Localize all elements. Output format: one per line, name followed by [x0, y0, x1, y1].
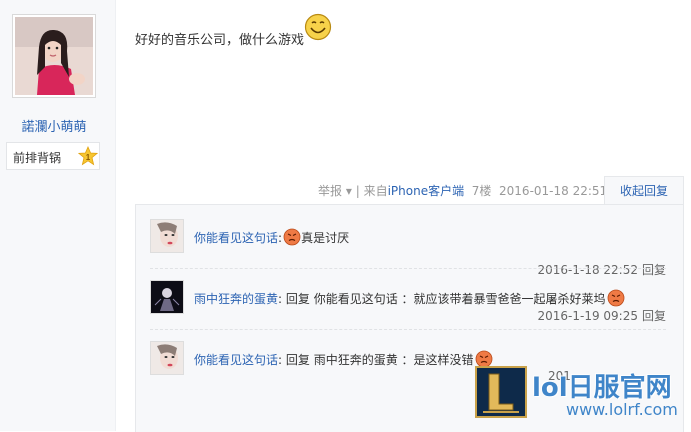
reply-divider [150, 268, 666, 269]
avatar-image [15, 17, 93, 95]
angry-emoji-icon [283, 228, 301, 246]
author-avatar[interactable] [12, 14, 96, 98]
reply-footer: 2016-1-19 09:25 回复 [537, 307, 666, 324]
author-name[interactable]: 諾瀾小萌萌 [0, 116, 108, 135]
reply-button[interactable]: 回复 [642, 309, 666, 323]
source-label: 来自 [363, 184, 388, 198]
reply-divider [150, 329, 666, 330]
watermark-title: lol日服官网 [532, 373, 672, 403]
reply-avatar[interactable] [150, 219, 184, 253]
reply-colon: : [278, 353, 283, 367]
floor-number: 7楼 [471, 184, 492, 198]
rank-star-icon: 1 [78, 146, 98, 166]
reply-avatar[interactable] [150, 280, 184, 314]
reply-date: 2016-1-19 09:25 [537, 309, 638, 323]
angry-emoji-icon [607, 289, 624, 307]
reply-text: 回复 雨中狂奔的蛋黄 ：是这样没错 [285, 353, 474, 367]
reply-text: 真是讨厌 [301, 231, 350, 245]
reply-text: 回复 你能看见这句话 ：就应该带着暴雪爸爸一起屠杀好莱坞 [285, 292, 606, 306]
avatar-image [151, 342, 183, 374]
reply-colon: : [278, 292, 283, 306]
post-meta: 举报 ▾ | 来自iPhone客户端 7楼 2016-01-18 22:51 [318, 182, 607, 199]
report-link[interactable]: 举报 [318, 184, 342, 198]
reply-colon: : [278, 231, 283, 245]
rank-level: 1 [86, 153, 91, 162]
league-logo-icon [475, 366, 527, 418]
avatar-image [151, 220, 183, 252]
reply-content: 你能看见这句话: 回复 雨中狂奔的蛋黄 ：是这样没错 [194, 350, 493, 368]
collapse-reply-button[interactable]: 收起回复 [604, 176, 684, 205]
reply-username[interactable]: 雨中狂奔的蛋黄 [194, 292, 278, 306]
reply-username[interactable]: 你能看见这句话 [194, 353, 278, 367]
reply-content: 你能看见这句话: 真是讨厌 [194, 228, 349, 246]
post-content: 好好的音乐公司，做什么游戏 [135, 33, 305, 48]
author-column: 諾瀾小萌萌 前排背锅 1 [0, 0, 116, 431]
reply-content: 雨中狂奔的蛋黄: 回复 你能看见这句话 ：就应该带着暴雪爸爸一起屠杀好莱坞 [194, 289, 625, 307]
meta-separator: | [355, 184, 360, 198]
reply-footer: 2016-1-18 22:52 回复 [537, 261, 666, 278]
report-dropdown-icon[interactable]: ▾ [346, 184, 352, 198]
reply-button[interactable]: 回复 [642, 263, 666, 277]
post-datetime: 2016-01-18 22:51 [499, 184, 608, 198]
avatar-image [151, 281, 183, 313]
reply-avatar[interactable] [150, 341, 184, 375]
reply-username[interactable]: 你能看见这句话 [194, 231, 278, 245]
author-rank-badge: 前排背锅 1 [6, 142, 100, 170]
smile-emoji-icon [304, 13, 332, 41]
rank-label: 前排背锅 [13, 151, 62, 165]
source-client-link[interactable]: iPhone客户端 [388, 184, 465, 198]
reply-date: 2016-1-18 22:52 [537, 263, 638, 277]
watermark-url: www.lolrf.com [566, 400, 678, 419]
